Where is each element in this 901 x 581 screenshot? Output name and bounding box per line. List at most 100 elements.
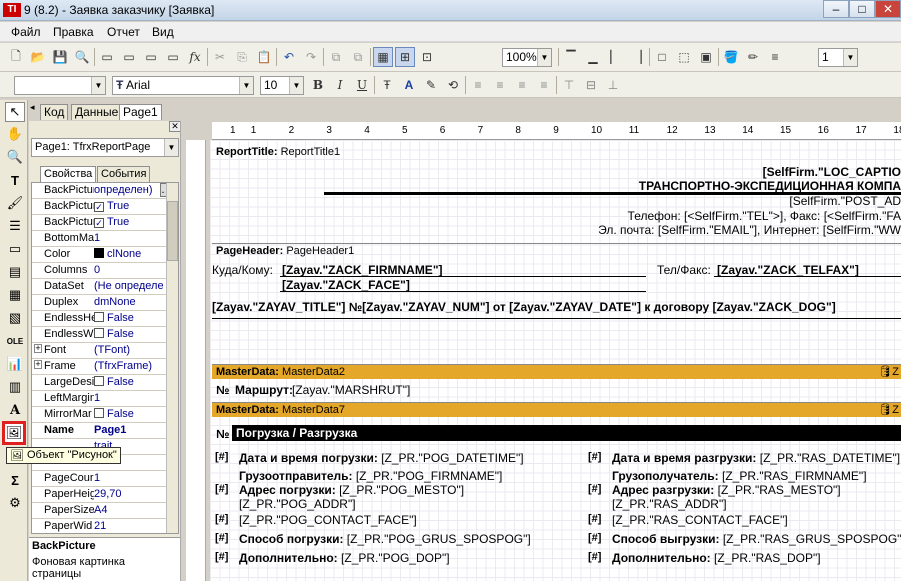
row-number[interactable]: №	[216, 427, 229, 441]
redo-icon[interactable]: ↷	[301, 47, 321, 67]
field-marker[interactable]: [#]	[588, 483, 601, 495]
title-line-1[interactable]: [SelfFirm."LOC_CAPTIO	[763, 165, 901, 179]
fit-grid-icon[interactable]: ⊡	[417, 47, 437, 67]
style-select[interactable]: ▼	[14, 76, 106, 95]
menu-report[interactable]: Отчет	[107, 25, 140, 39]
property-row[interactable]: + Font (TFont)	[32, 343, 172, 359]
show-grid-icon[interactable]: ▦	[373, 47, 393, 67]
format-copy-icon[interactable]: 🖌	[5, 193, 25, 213]
frame-bottom-icon[interactable]: ▁	[583, 47, 603, 67]
load-unload-bar[interactable]: Погрузка / Разгрузка	[232, 425, 901, 441]
align-right-icon[interactable]: ≡	[512, 75, 532, 95]
property-row[interactable]: Color clNone	[32, 247, 172, 263]
field-marker[interactable]: [#]	[215, 451, 228, 463]
new-page-icon[interactable]: ▭	[97, 47, 117, 67]
field-row[interactable]: Адрес разгрузки: [Z_PR."RAS_MESTO"]	[612, 483, 841, 497]
property-row[interactable]: MirrorMar False	[32, 407, 172, 423]
checkbox-icon[interactable]: ✓	[94, 218, 104, 228]
property-value[interactable]: (TFont)	[94, 344, 172, 356]
open-icon[interactable]: 📂	[28, 47, 48, 67]
system-text-icon[interactable]: ▧	[5, 308, 25, 328]
tabs-scroll-icon[interactable]: ◂	[30, 102, 38, 118]
band-report-title[interactable]: ReportTitle: ReportTitle1	[212, 145, 901, 160]
field-row[interactable]: [Z_PR."POG_CONTACT_FACE"]	[239, 513, 417, 527]
valign-top-icon[interactable]: ⊤	[559, 75, 579, 95]
property-row[interactable]: BackPictur ✓ True	[32, 199, 172, 215]
menu-view[interactable]: Вид	[152, 25, 174, 39]
field-row[interactable]: Способ выгрузки: [Z_PR."RAS_GRUS_SPOSPOG…	[612, 532, 901, 546]
field-marker[interactable]: [#]	[215, 551, 228, 563]
property-value[interactable]: Page1	[94, 424, 172, 436]
frame-top-icon[interactable]: ▔	[561, 47, 581, 67]
rich-text-icon[interactable]: A	[5, 400, 25, 420]
field-row[interactable]: Дополнительно: [Z_PR."RAS_DOP"]	[612, 551, 821, 565]
field-marker[interactable]: [#]	[588, 551, 601, 563]
frame-none-icon[interactable]: ⬚	[674, 47, 694, 67]
minimize-button[interactable]: –	[823, 0, 849, 18]
property-row[interactable]: PaperWid 21	[32, 519, 172, 533]
preview-icon[interactable]: 🔍	[72, 47, 92, 67]
to-label[interactable]: Куда/Кому:	[212, 263, 273, 277]
picture-list-icon[interactable]: ▤	[5, 262, 25, 282]
report-page[interactable]: ReportTitle: ReportTitle1 [SelfFirm."LOC…	[210, 140, 901, 581]
hand-tool-icon[interactable]: ✋	[5, 124, 25, 144]
select-tool-icon[interactable]: ↖	[5, 102, 25, 122]
property-value[interactable]: (Не определе	[94, 280, 172, 292]
frame-color-icon[interactable]: ✏	[743, 47, 763, 67]
band-tool-icon[interactable]: ☰	[5, 216, 25, 236]
property-row[interactable]: EndlessHe False	[32, 311, 172, 327]
property-value[interactable]: ✓ True	[94, 200, 172, 212]
property-value[interactable]: ✓ True	[94, 216, 172, 228]
property-value[interactable]: 21	[94, 520, 172, 532]
title-line-3[interactable]: [SelfFirm."POST_AD	[789, 194, 901, 208]
rotate-icon[interactable]: ⟲	[443, 75, 463, 95]
subreport-icon[interactable]: ▦	[5, 285, 25, 305]
copy-icon[interactable]: ⎘	[232, 47, 252, 67]
variables-icon[interactable]: fx	[185, 47, 205, 67]
object-select[interactable]: Page1: TfrxReportPage ▼	[31, 138, 179, 157]
property-value[interactable]: 1	[94, 232, 172, 244]
face-field[interactable]: [Zayav."ZACK_FACE"]	[282, 278, 410, 292]
field-row[interactable]: Грузополучатель: [Z_PR."RAS_FIRMNAME"]	[612, 469, 867, 483]
text-object-icon[interactable]: ▭	[5, 239, 25, 259]
bold-button[interactable]: B	[308, 75, 328, 95]
property-row[interactable]: + Frame (TfrxFrame)	[32, 359, 172, 375]
shadow-icon[interactable]: ▣	[696, 47, 716, 67]
tab-page1[interactable]: Page1	[119, 104, 162, 120]
route-field[interactable]: [Zayav."MARSHRUT"]	[292, 383, 410, 397]
frame-all-icon[interactable]: □	[652, 47, 672, 67]
tab-properties[interactable]: Свойства	[40, 166, 97, 182]
property-value[interactable]: dmNone	[94, 296, 172, 308]
property-value[interactable]: False	[94, 312, 172, 324]
title-line-4[interactable]: Телефон: [<SelfFirm."TEL">], Факс: [<Sel…	[628, 209, 901, 223]
field-marker[interactable]: [#]	[215, 532, 228, 544]
property-row[interactable]: PaperHeig 29,70	[32, 487, 172, 503]
group-icon[interactable]: ⧉	[326, 47, 346, 67]
field-row[interactable]: Дата и время погрузки: [Z_PR."POG_DATETI…	[239, 451, 524, 465]
undo-icon[interactable]: ↶	[279, 47, 299, 67]
zoom-tool-icon[interactable]: 🔍	[5, 147, 25, 167]
checkbox-icon[interactable]	[94, 312, 104, 322]
field-row[interactable]: [Z_PR."RAS_ADDR"]	[612, 497, 727, 511]
picture-object-icon[interactable]: 🖼	[2, 421, 26, 445]
title-line-5[interactable]: Эл. почта: [SelfFirm."EMAIL"], Интернет:…	[598, 223, 901, 237]
property-value[interactable]: False	[94, 328, 172, 340]
new-icon[interactable]: 🗋	[6, 47, 26, 67]
property-scrollbar[interactable]	[166, 183, 178, 533]
new-dialog-icon[interactable]: ▭	[119, 47, 139, 67]
expand-icon[interactable]: +	[34, 360, 42, 369]
close-button[interactable]: ✕	[875, 0, 901, 18]
tab-code[interactable]: Код	[40, 104, 69, 120]
field-row[interactable]: [Z_PR."RAS_CONTACT_FACE"]	[612, 513, 788, 527]
text-tool-icon[interactable]: T	[5, 170, 25, 190]
property-value[interactable]: clNone	[94, 248, 172, 260]
field-row[interactable]: Способ погрузки: [Z_PR."POG_GRUS_SPOSPOG…	[239, 532, 531, 546]
property-value[interactable]: 0	[94, 264, 172, 276]
route-label[interactable]: Маршрут:	[235, 383, 293, 397]
property-value[interactable]: 1	[94, 392, 172, 404]
underline-button[interactable]: U	[352, 75, 372, 95]
maximize-button[interactable]: □	[849, 0, 875, 18]
property-row[interactable]: EndlessW False	[32, 327, 172, 343]
property-row[interactable]: DataSet (Не определе	[32, 279, 172, 295]
align-justify-icon[interactable]: ≡	[534, 75, 554, 95]
